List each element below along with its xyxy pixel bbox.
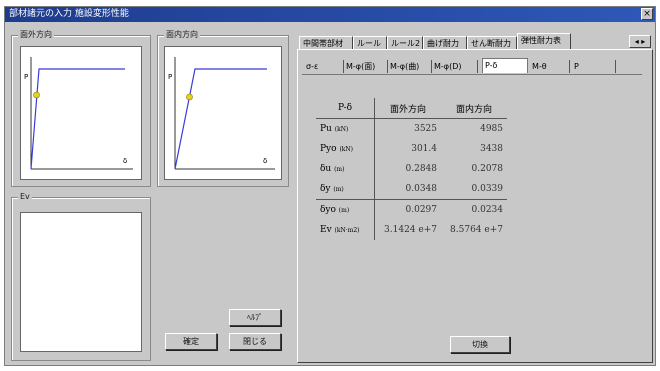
row-label: δy: [320, 184, 331, 194]
cell-out: 301.4: [411, 144, 437, 154]
subtab-underline: [302, 74, 642, 75]
window-title: 部材諸元の入力 施設変形性能: [9, 9, 129, 19]
row-unit: (m): [338, 207, 350, 214]
tab-1[interactable]: ルール: [353, 36, 387, 50]
table-header-in: 面内方向: [441, 98, 507, 119]
ev-display-box: [20, 212, 142, 352]
help-button[interactable]: ﾍﾙﾌﾟ: [229, 309, 281, 326]
row-unit: (m): [333, 186, 344, 193]
tab-scroll-arrows[interactable]: ◂ ▸: [629, 35, 651, 48]
table-row: Ev (kN·m2) 3.1424 e+7 8.5764 e+7: [316, 220, 507, 240]
cell-in: 0.2078: [471, 164, 504, 174]
cell-in: 0.0234: [441, 199, 507, 220]
subtab-1[interactable]: M-φ(面): [344, 60, 388, 73]
x-axis-label-in: δ: [263, 157, 268, 165]
cell-in: 8.5764 e+7: [450, 225, 503, 235]
title-bar: 部材諸元の入力 施設変形性能 ×: [5, 7, 655, 22]
row-label: Pyo: [320, 144, 337, 154]
group-out-title: 面外方向: [18, 29, 54, 41]
subtab-4[interactable]: P-δ: [482, 58, 528, 73]
y-axis-label-out: P: [24, 73, 29, 81]
group-ev: Ev: [11, 191, 151, 361]
subtab-6[interactable]: P: [572, 60, 616, 73]
dialog-window: 部材諸元の入力 施設変形性能 × 面外方向 P δ 面内方向 P δ Ev ﾍﾙ…: [4, 6, 656, 366]
yield-point-marker: [186, 93, 193, 101]
table-header-row: P-δ 面外方向 面内方向: [316, 98, 507, 119]
row-label: Ev: [320, 225, 332, 235]
x-axis-label-out: δ: [123, 157, 128, 165]
plot-out-of-plane: P δ: [20, 46, 142, 180]
subtab-3[interactable]: M-φ(D): [432, 60, 478, 73]
tab-4[interactable]: せん断耐力: [467, 36, 517, 50]
table-row: δu (m) 0.2848 0.2078: [316, 159, 507, 179]
confirm-button[interactable]: 確定: [165, 333, 217, 350]
table-row: δyo (m) 0.0297 0.0234: [316, 199, 507, 220]
table-header-pd: P-δ: [316, 98, 375, 119]
group-in-plane: 面内方向 P δ: [157, 29, 289, 187]
y-axis-label-in: P: [168, 73, 173, 81]
cell-in: 0.0339: [471, 184, 504, 194]
group-in-title: 面内方向: [164, 29, 200, 41]
row-unit: (kN): [339, 146, 354, 153]
yield-point-marker: [33, 91, 40, 99]
row-unit: (kN·m2): [334, 227, 360, 234]
cell-in: 4985: [480, 124, 503, 134]
row-label: Pu: [320, 124, 332, 134]
group-out-of-plane: 面外方向 P δ: [11, 29, 151, 187]
plot-in-plane: P δ: [164, 46, 282, 180]
tab-5[interactable]: 弾性耐力表: [517, 33, 571, 49]
tab-panel: σ-ε M-φ(面) M-φ(曲) M-φ(D) P-δ M-θ P P-δ 面…: [297, 49, 653, 363]
table-row: Pu (kN) 3525 4985: [316, 118, 507, 139]
row-label: δu: [320, 164, 332, 174]
subtab-5[interactable]: M-θ: [530, 60, 570, 73]
pd-table: P-δ 面外方向 面内方向 Pu (kN) 3525 4985 Pyo (kN)…: [316, 98, 507, 240]
group-ev-title: Ev: [18, 191, 32, 203]
row-label: δyo: [320, 205, 336, 215]
subtab-2[interactable]: M-φ(曲): [388, 60, 432, 73]
table-row: δy (m) 0.0348 0.0339: [316, 179, 507, 200]
table-row: Pyo (kN) 301.4 3438: [316, 139, 507, 159]
table-header-out: 面外方向: [374, 98, 441, 119]
close-icon[interactable]: ×: [641, 8, 653, 20]
subtab-0[interactable]: σ-ε: [304, 60, 344, 73]
ok-button[interactable]: 切換: [450, 336, 510, 353]
cell-out: 0.0348: [405, 184, 438, 194]
cell-out: 0.0297: [374, 199, 441, 220]
cell-in: 3438: [480, 144, 503, 154]
tab-3[interactable]: 曲げ耐力: [423, 36, 467, 50]
row-unit: (m): [334, 166, 345, 173]
row-unit: (kN): [334, 126, 349, 133]
close-button[interactable]: 閉じる: [229, 333, 281, 350]
cell-out: 3525: [414, 124, 437, 134]
cell-out: 0.2848: [405, 164, 438, 174]
cell-out: 3.1424 e+7: [384, 225, 437, 235]
tab-0[interactable]: 中間帯部材: [299, 36, 353, 50]
main-tab-strip: 中間帯部材 ルール ルール2 曲げ耐力 せん断耐力 弾性耐力表: [295, 33, 653, 50]
tab-2[interactable]: ルール2: [387, 36, 423, 50]
